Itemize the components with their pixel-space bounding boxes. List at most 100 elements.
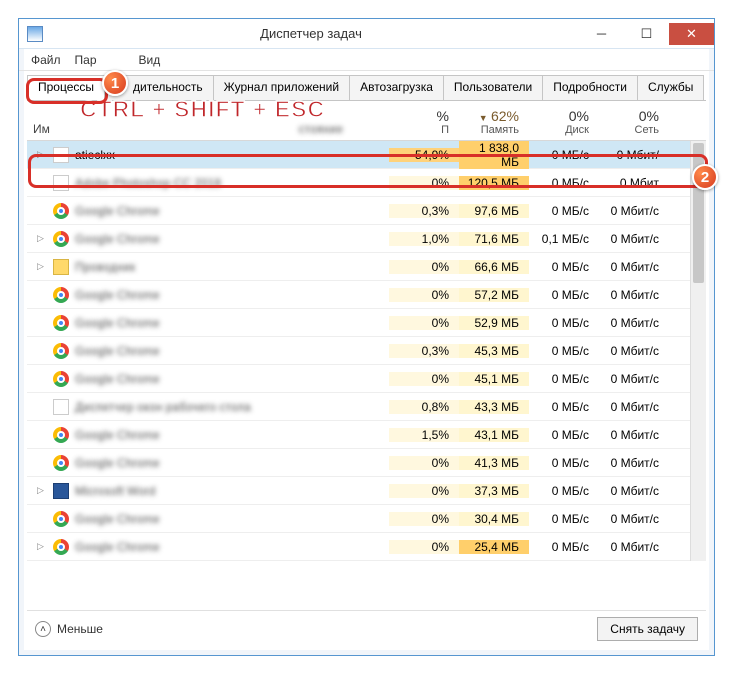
process-row[interactable]: ▷Google Chrome0%41,3 МБ0 МБ/с0 Мбит/с bbox=[27, 449, 706, 477]
window-title: Диспетчер задач bbox=[43, 26, 579, 41]
process-name: Диспетчер окон рабочего стола bbox=[75, 400, 251, 414]
app-icon bbox=[53, 175, 69, 191]
process-row[interactable]: ▷Диспетчер окон рабочего стола0,8%43,3 М… bbox=[27, 393, 706, 421]
process-row[interactable]: ▷atieclxx54,9%1 838,0 МБ0 МБ/с0 Мбит/ bbox=[27, 141, 706, 169]
tab-details[interactable]: Подробности bbox=[542, 75, 638, 100]
process-row[interactable]: ▷Google Chrome0%57,2 МБ0 МБ/с0 Мбит/с bbox=[27, 281, 706, 309]
cpu-value: 0,8% bbox=[389, 400, 459, 414]
memory-value: 66,6 МБ bbox=[459, 260, 529, 274]
network-value: 0 Мбит/с bbox=[599, 232, 669, 246]
process-row[interactable]: ▷Проводник0%66,6 МБ0 МБ/с0 Мбит/с bbox=[27, 253, 706, 281]
col-disk[interactable]: 0% Диск bbox=[529, 106, 599, 140]
process-row[interactable]: ▷Adobe Photoshop CC 20180%120,5 МБ0 МБ/с… bbox=[27, 169, 706, 197]
chrome-icon bbox=[53, 343, 69, 359]
memory-value: 97,6 МБ bbox=[459, 204, 529, 218]
cpu-value: 0% bbox=[389, 260, 459, 274]
col-memory[interactable]: ▼ 62% Память bbox=[459, 106, 529, 140]
memory-value: 30,4 МБ bbox=[459, 512, 529, 526]
chrome-icon bbox=[53, 427, 69, 443]
word-icon bbox=[53, 483, 69, 499]
network-value: 0 Мбит/с bbox=[599, 344, 669, 358]
cpu-value: 0,3% bbox=[389, 344, 459, 358]
process-row[interactable]: ▷Google Chrome1,0%71,6 МБ0,1 МБ/с0 Мбит/… bbox=[27, 225, 706, 253]
end-task-button[interactable]: Снять задачу bbox=[597, 617, 698, 641]
tab-services[interactable]: Службы bbox=[637, 75, 704, 100]
cpu-value: 0% bbox=[389, 484, 459, 498]
network-value: 0 Мбит bbox=[599, 176, 669, 190]
disk-value: 0 МБ/с bbox=[529, 176, 599, 190]
cpu-value: 0% bbox=[389, 512, 459, 526]
process-name: atieclxx bbox=[75, 148, 115, 162]
memory-value: 120,5 МБ bbox=[459, 176, 529, 190]
network-value: 0 Мбит/с bbox=[599, 400, 669, 414]
process-row[interactable]: ▷Google Chrome0%30,4 МБ0 МБ/с0 Мбит/с bbox=[27, 505, 706, 533]
disk-value: 0 МБ/с bbox=[529, 428, 599, 442]
col-name[interactable]: Им стояние bbox=[27, 122, 389, 140]
expand-icon[interactable]: ▷ bbox=[37, 485, 47, 496]
process-name: Google Chrome bbox=[75, 344, 160, 358]
network-value: 0 Мбит/с bbox=[599, 428, 669, 442]
menu-params[interactable]: Пар bbox=[75, 53, 97, 67]
memory-value: 25,4 МБ bbox=[459, 540, 529, 554]
process-row[interactable]: ▷Microsoft Word0%37,3 МБ0 МБ/с0 Мбит/с bbox=[27, 477, 706, 505]
maximize-button[interactable]: ☐ bbox=[624, 23, 669, 45]
network-value: 0 Мбит/с bbox=[599, 512, 669, 526]
process-name: Google Chrome bbox=[75, 204, 160, 218]
disk-value: 0 МБ/с bbox=[529, 344, 599, 358]
process-name: Google Chrome bbox=[75, 232, 160, 246]
col-network[interactable]: 0% Сеть bbox=[599, 106, 669, 140]
chrome-icon bbox=[53, 315, 69, 331]
process-list: ▷atieclxx54,9%1 838,0 МБ0 МБ/с0 Мбит/▷Ad… bbox=[27, 141, 706, 561]
process-row[interactable]: ▷Google Chrome1,5%43,1 МБ0 МБ/с0 Мбит/с bbox=[27, 421, 706, 449]
vertical-scrollbar[interactable] bbox=[690, 141, 706, 561]
process-row[interactable]: ▷ Google Chrome 0%25,4 МБ0 МБ/с0 Мбит/с bbox=[27, 533, 706, 561]
tab-users[interactable]: Пользователи bbox=[443, 75, 543, 100]
cpu-value: 0% bbox=[389, 372, 459, 386]
menu-view[interactable]: Вид bbox=[139, 53, 161, 67]
process-row[interactable]: ▷Google Chrome0%45,1 МБ0 МБ/с0 Мбит/с bbox=[27, 365, 706, 393]
close-button[interactable]: ✕ bbox=[669, 23, 714, 45]
disk-value: 0,1 МБ/с bbox=[529, 232, 599, 246]
menu-file[interactable]: Файл bbox=[31, 53, 61, 67]
process-name: Google Chrome bbox=[75, 428, 160, 442]
col-cpu[interactable]: % П bbox=[389, 106, 459, 140]
disk-value: 0 МБ/с bbox=[529, 148, 599, 162]
process-name: Google Chrome bbox=[75, 540, 160, 554]
fewer-details-toggle[interactable]: ˄ Меньше bbox=[35, 621, 103, 637]
expand-icon[interactable]: ▷ bbox=[37, 261, 47, 272]
chrome-icon bbox=[53, 539, 69, 555]
expand-icon[interactable]: ▷ bbox=[37, 233, 47, 244]
expand-icon[interactable]: ▷ bbox=[37, 541, 47, 552]
chrome-icon bbox=[53, 203, 69, 219]
process-name: Adobe Photoshop CC 2018 bbox=[75, 176, 221, 190]
cpu-value: 0% bbox=[389, 456, 459, 470]
app-icon bbox=[27, 26, 43, 42]
cpu-value: 1,0% bbox=[389, 232, 459, 246]
memory-value: 43,1 МБ bbox=[459, 428, 529, 442]
tab-startup[interactable]: Автозагрузка bbox=[349, 75, 444, 100]
network-value: 0 Мбит/с bbox=[599, 484, 669, 498]
process-name: Проводник bbox=[75, 260, 135, 274]
minimize-button[interactable]: ─ bbox=[579, 23, 624, 45]
process-name: Microsoft Word bbox=[75, 484, 155, 498]
network-value: 0 Мбит/с bbox=[599, 288, 669, 302]
disk-value: 0 МБ/с bbox=[529, 288, 599, 302]
process-row[interactable]: ▷Google Chrome0,3%45,3 МБ0 МБ/с0 Мбит/с bbox=[27, 337, 706, 365]
cpu-value: 0% bbox=[389, 540, 459, 554]
annotation-shortcut: CTRL + SHIFT + ESC bbox=[80, 96, 325, 123]
disk-value: 0 МБ/с bbox=[529, 260, 599, 274]
disk-value: 0 МБ/с bbox=[529, 540, 599, 554]
process-row[interactable]: ▷Google Chrome0%52,9 МБ0 МБ/с0 Мбит/с bbox=[27, 309, 706, 337]
app-icon bbox=[53, 147, 69, 163]
memory-value: 43,3 МБ bbox=[459, 400, 529, 414]
fewer-details-label: Меньше bbox=[57, 622, 103, 636]
network-value: 0 Мбит/с bbox=[599, 456, 669, 470]
cpu-value: 0% bbox=[389, 316, 459, 330]
cpu-value: 0% bbox=[389, 176, 459, 190]
memory-value: 57,2 МБ bbox=[459, 288, 529, 302]
memory-value: 1 838,0 МБ bbox=[459, 141, 529, 169]
network-value: 0 Мбит/с bbox=[599, 204, 669, 218]
expand-icon[interactable]: ▷ bbox=[37, 149, 47, 160]
network-value: 0 Мбит/с bbox=[599, 540, 669, 554]
process-row[interactable]: ▷Google Chrome0,3%97,6 МБ0 МБ/с0 Мбит/с bbox=[27, 197, 706, 225]
